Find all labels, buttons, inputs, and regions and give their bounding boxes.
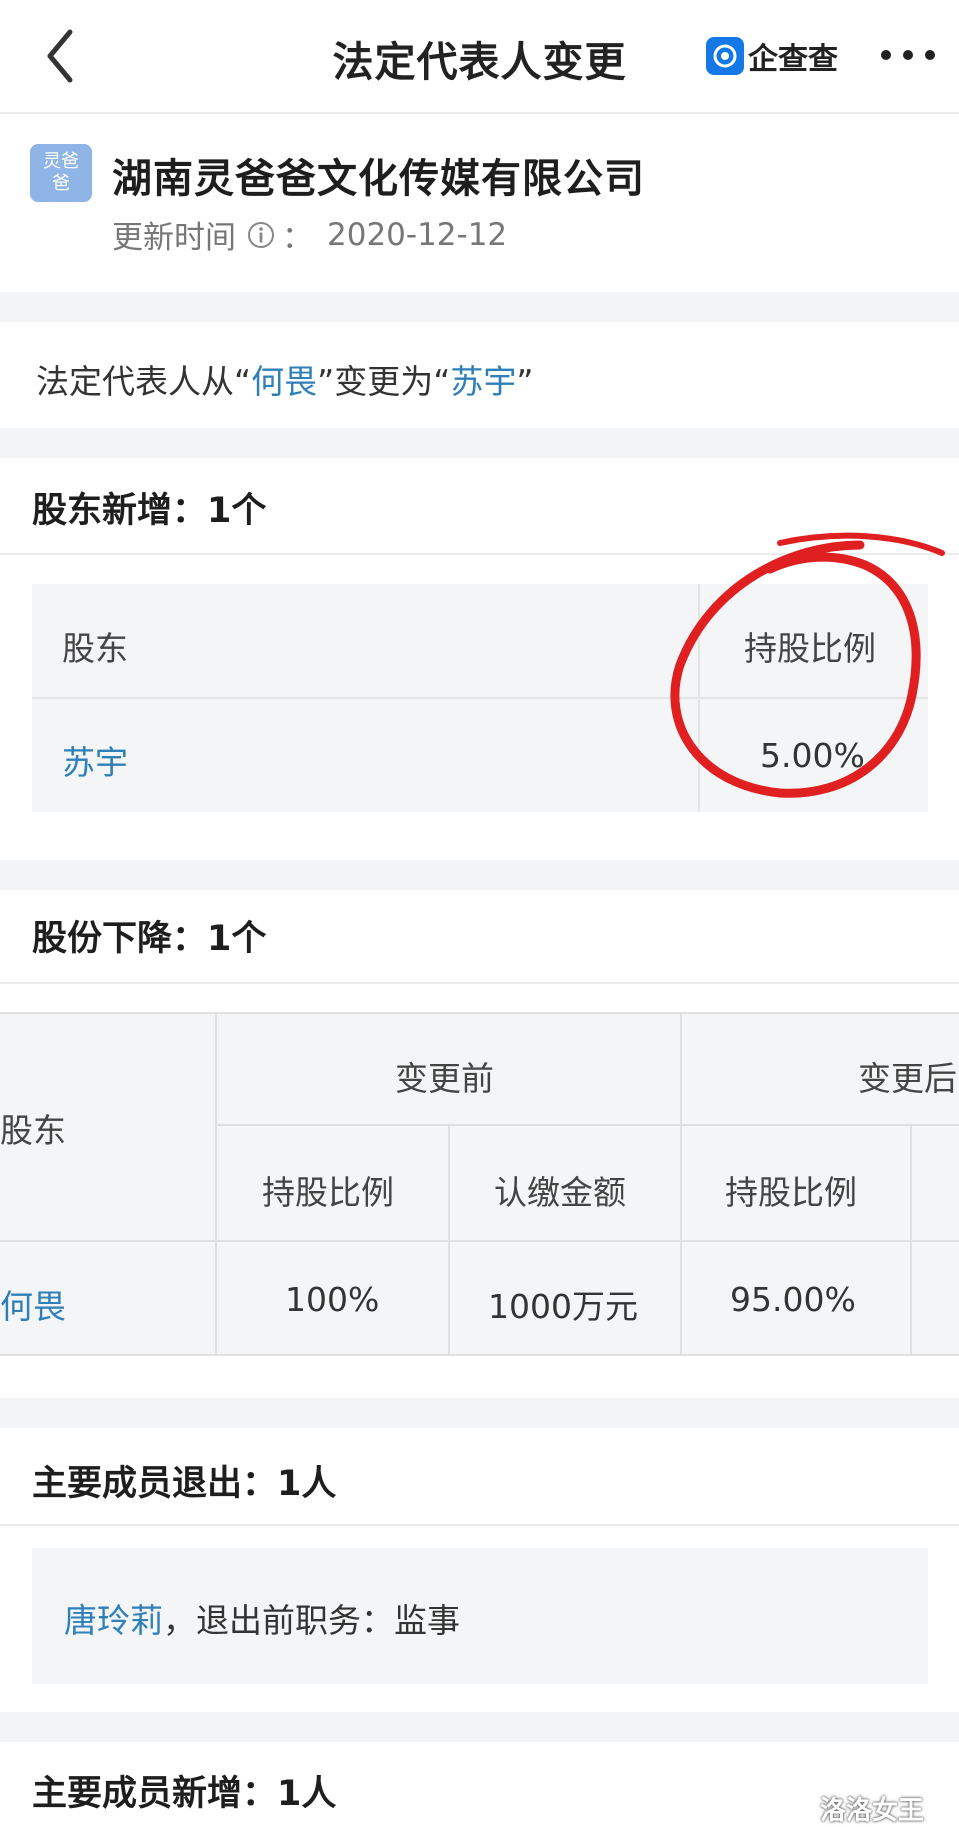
- shareholder-link[interactable]: 苏宇: [62, 736, 128, 784]
- update-sep: ：: [282, 220, 313, 256]
- section-divider: [0, 1524, 959, 1526]
- section-gap: [0, 860, 959, 890]
- member-detail: ，退出前职务：监事: [163, 1601, 460, 1640]
- update-date: 2020-12-12: [327, 216, 508, 253]
- header-divider: [0, 112, 959, 114]
- change-prefix: 法定代表人从“: [36, 362, 252, 401]
- sub-ratio-after: 持股比例: [725, 1173, 857, 1212]
- company-logo: 灵爸 爸: [30, 144, 92, 202]
- new-shareholders-title: 股东新增：1个: [32, 491, 267, 531]
- group-before: 变更前: [395, 1059, 494, 1098]
- company-name[interactable]: 湖南灵爸爸文化传媒有限公司: [112, 146, 645, 204]
- update-label: 更新时间: [112, 220, 236, 256]
- annotation-circle: [670, 532, 945, 798]
- sub-amount-before: 认缴金额: [494, 1173, 626, 1212]
- legal-rep-change-text: 法定代表人从“何畏”变更为“苏宇”: [36, 355, 533, 403]
- share-decrease-title: 股份下降：1个: [32, 919, 267, 959]
- info-icon[interactable]: [246, 220, 276, 250]
- share-decrease-table: 股东 变更前 变更后 持股比例 认缴金额 持股比例 何畏 100% 1000万元…: [0, 1012, 959, 1356]
- change-suffix: ”: [516, 362, 534, 401]
- company-logo-text: 爸: [52, 173, 70, 194]
- member-exit-title: 主要成员退出：1人: [32, 1464, 337, 1504]
- change-middle: ”变更为“: [317, 362, 451, 401]
- section-gap: [0, 428, 959, 458]
- amount-before: 1000万元: [488, 1287, 638, 1326]
- col-shareholder: 股东: [0, 1111, 66, 1150]
- brand-logo-icon: [706, 37, 744, 75]
- watermark: 洛洛女王: [820, 1796, 925, 1826]
- more-dots-icon[interactable]: [878, 40, 938, 70]
- brand-name: 企查查: [748, 42, 838, 77]
- section-divider: [0, 982, 959, 984]
- brand: 企查查: [706, 36, 838, 77]
- section-gap: [0, 292, 959, 322]
- member-link[interactable]: 唐玲莉: [64, 1601, 163, 1640]
- company-logo-text: 灵爸: [43, 151, 79, 172]
- col-shareholder: 股东: [62, 629, 128, 668]
- member-exit-text: 唐玲莉，退出前职务：监事: [64, 1594, 460, 1642]
- member-exit-item: 唐玲莉，退出前职务：监事: [32, 1548, 928, 1684]
- ratio-before: 100%: [285, 1280, 380, 1319]
- update-time: 更新时间 ： 2020-12-12: [112, 212, 507, 257]
- sub-ratio-before: 持股比例: [262, 1173, 394, 1212]
- new-rep-link[interactable]: 苏宇: [450, 362, 516, 401]
- old-rep-link[interactable]: 何畏: [251, 362, 317, 401]
- section-gap: [0, 1712, 959, 1742]
- section-gap: [0, 1398, 959, 1428]
- shareholder-link[interactable]: 何畏: [0, 1280, 66, 1328]
- group-after: 变更后: [858, 1059, 957, 1098]
- ratio-after: 95.00%: [730, 1280, 856, 1319]
- member-add-title: 主要成员新增：1人: [32, 1774, 337, 1814]
